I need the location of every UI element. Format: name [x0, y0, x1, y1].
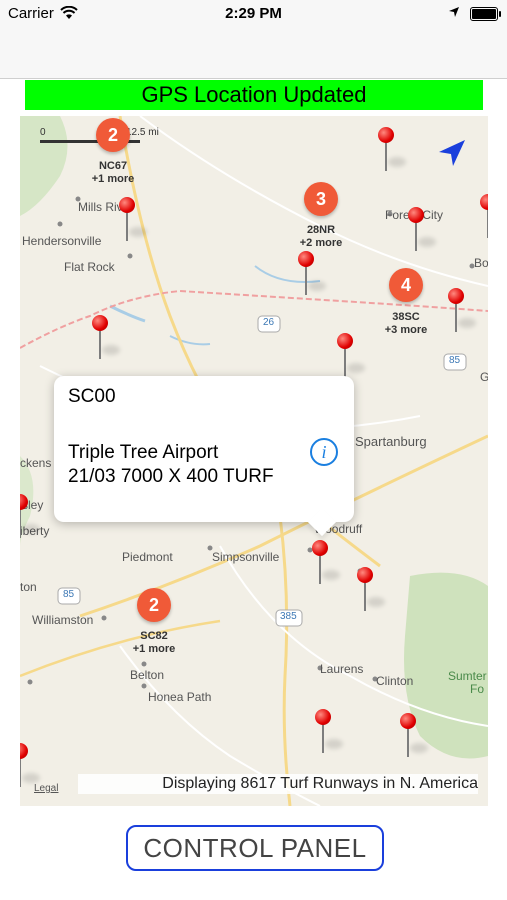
location-services-icon — [449, 7, 459, 17]
map-pin[interactable] — [298, 251, 326, 295]
map-pin[interactable] — [119, 197, 147, 241]
cluster-marker-sc82[interactable]: 2 — [137, 588, 171, 622]
runway-count-label: Displaying 8617 Turf Runways in N. Ameri… — [78, 774, 478, 794]
navigation-bar — [0, 28, 507, 79]
scale-max: 12.5 mi — [126, 127, 159, 138]
cluster-code: 38SC — [392, 311, 420, 323]
scale-zero: 0 — [40, 127, 46, 138]
map-pin[interactable] — [92, 315, 120, 359]
town-ckens: ckens — [20, 456, 52, 470]
town-belton: Belton — [130, 668, 165, 682]
map-pin[interactable] — [20, 494, 40, 538]
shield-label-385: 385 — [280, 611, 297, 622]
cluster-label-28nr: 28NR +2 more — [281, 224, 361, 250]
shield-label-26: 26 — [263, 317, 275, 328]
shield-label-85-north: 85 — [449, 355, 461, 366]
status-time: 2:29 PM — [225, 5, 282, 22]
user-location-arrow-icon[interactable] — [435, 138, 467, 170]
map-pin[interactable] — [480, 194, 488, 238]
map-pin[interactable] — [400, 713, 428, 757]
cluster-label-nc67: NC67 +1 more — [73, 160, 153, 186]
town-clinton: Clinton — [376, 674, 414, 688]
town-williamston: Williamston — [32, 613, 94, 627]
shield-label-85-south: 85 — [63, 589, 75, 600]
info-icon[interactable]: i — [310, 438, 338, 466]
town-fo: Fo — [470, 682, 485, 696]
map-pin[interactable] — [448, 288, 476, 332]
cluster-code: 28NR — [306, 224, 336, 236]
map-pin[interactable] — [357, 567, 385, 611]
cluster-more: +2 more — [299, 237, 343, 249]
town-honea-path: Honea Path — [148, 690, 212, 704]
legal-link[interactable]: Legal — [34, 783, 58, 794]
callout-airport-name: Triple Tree Airport — [68, 442, 219, 463]
control-panel-button[interactable]: CONTROL PANEL — [126, 825, 384, 871]
callout-runway-info: 21/03 7000 X 400 TURF — [68, 466, 274, 487]
map-view[interactable]: 26 85 385 85 0 12.5 mi Mills River Hende… — [20, 116, 488, 806]
town-flat-rock: Flat Rock — [64, 260, 115, 274]
status-bar: Carrier 2:29 PM — [0, 0, 507, 28]
cluster-label-sc82: SC82 +1 more — [114, 630, 194, 656]
map-pin[interactable] — [337, 333, 365, 377]
town-piedmont: Piedmont — [122, 550, 173, 564]
cluster-label-38sc: 38SC +3 more — [366, 311, 446, 337]
cluster-marker-28nr[interactable]: 3 — [304, 182, 338, 216]
gps-status-banner: GPS Location Updated — [25, 80, 483, 110]
town-simpsonville: Simpsonville — [212, 550, 280, 564]
town-ton: ton — [20, 580, 37, 594]
map-pin[interactable] — [408, 207, 436, 251]
town-g: G — [480, 370, 488, 384]
cluster-code: SC82 — [140, 630, 168, 642]
town-bo: Bo — [474, 256, 488, 270]
map-pin[interactable] — [20, 743, 40, 787]
map-pin-selected[interactable] — [312, 540, 340, 584]
cluster-more: +3 more — [384, 324, 428, 336]
cluster-code: NC67 — [98, 160, 128, 172]
town-laurens: Laurens — [320, 662, 364, 676]
battery-icon — [470, 7, 501, 21]
airport-callout[interactable]: SC00 Triple Tree Airport 21/03 7000 X 40… — [54, 376, 354, 522]
town-spartanburg: Spartanburg — [355, 434, 427, 449]
cluster-marker-38sc[interactable]: 4 — [389, 268, 423, 302]
town-hendersonville: Hendersonville — [22, 234, 102, 248]
callout-airport-code: SC00 — [68, 386, 116, 407]
map-pin[interactable] — [315, 709, 343, 753]
town-sumter: Sumter — [448, 669, 487, 683]
cluster-more: +1 more — [132, 643, 176, 655]
cluster-marker-nc67[interactable]: 2 — [96, 118, 130, 152]
cluster-more: +1 more — [91, 173, 135, 185]
map-pin[interactable] — [378, 127, 406, 171]
